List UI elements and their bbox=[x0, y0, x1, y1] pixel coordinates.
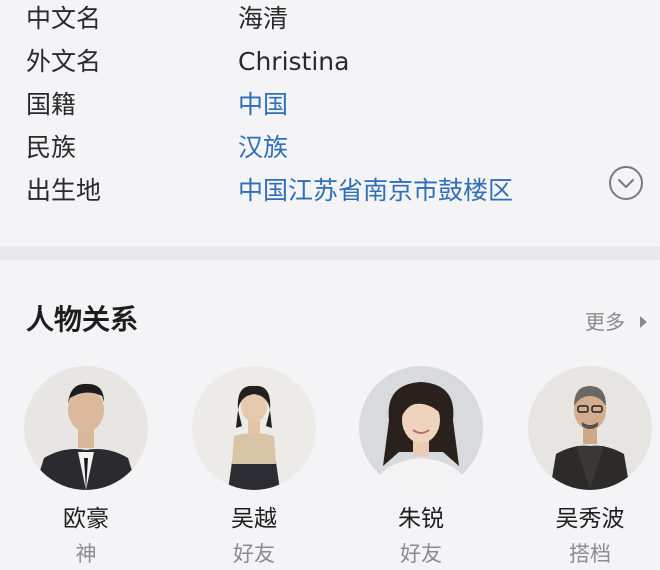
chevron-down-icon bbox=[618, 179, 634, 188]
info-label: 出生地 bbox=[26, 176, 102, 205]
info-row-ethnicity: 民族 汉族 bbox=[0, 129, 660, 171]
avatar[interactable] bbox=[192, 366, 316, 490]
info-value: Christina bbox=[238, 47, 350, 76]
info-row-nationality: 国籍 中国 bbox=[0, 86, 660, 128]
nationality-link[interactable]: 中国 bbox=[238, 86, 288, 124]
person-relation: 神 bbox=[75, 542, 97, 566]
person-card[interactable]: 朱锐 好友 bbox=[359, 366, 483, 570]
person-name: 吴秀波 bbox=[555, 506, 625, 532]
info-row-birthplace: 出生地 中国江苏省南京市鼓楼区 bbox=[0, 172, 660, 214]
person-card[interactable]: 欧豪 神 bbox=[24, 366, 148, 570]
avatar[interactable] bbox=[359, 366, 483, 490]
basic-info-panel: 中文名 海清 外文名 Christina 国籍 中国 民族 汉族 出生地 中国江… bbox=[0, 0, 660, 246]
info-label: 民族 bbox=[26, 133, 77, 162]
person-relation: 好友 bbox=[400, 542, 442, 566]
info-label: 外文名 bbox=[26, 47, 102, 76]
triangle-right-icon[interactable] bbox=[640, 316, 647, 328]
info-row-foreign-name: 外文名 Christina bbox=[0, 43, 660, 85]
ethnicity-link[interactable]: 汉族 bbox=[238, 129, 288, 167]
section-divider bbox=[0, 246, 660, 260]
birthplace-link[interactable]: 中国江苏省南京市鼓楼区 bbox=[238, 172, 513, 210]
person-name: 朱锐 bbox=[398, 506, 444, 532]
relations-title: 人物关系 bbox=[26, 303, 139, 336]
info-value: 海清 bbox=[238, 4, 289, 33]
expand-info-button[interactable] bbox=[609, 166, 643, 200]
person-relation: 好友 bbox=[233, 542, 275, 566]
person-name: 欧豪 bbox=[63, 506, 109, 532]
person-card[interactable]: 吴越 好友 bbox=[192, 366, 316, 570]
info-row-chinese-name: 中文名 海清 bbox=[0, 0, 660, 42]
person-name: 吴越 bbox=[231, 506, 277, 532]
info-label: 国籍 bbox=[26, 90, 77, 119]
person-card[interactable]: 吴秀波 搭档 bbox=[528, 366, 652, 570]
avatar[interactable] bbox=[24, 366, 148, 490]
info-label: 中文名 bbox=[26, 4, 102, 33]
person-relation: 搭档 bbox=[569, 542, 611, 566]
avatar[interactable] bbox=[528, 366, 652, 490]
more-link[interactable]: 更多 bbox=[585, 309, 625, 335]
